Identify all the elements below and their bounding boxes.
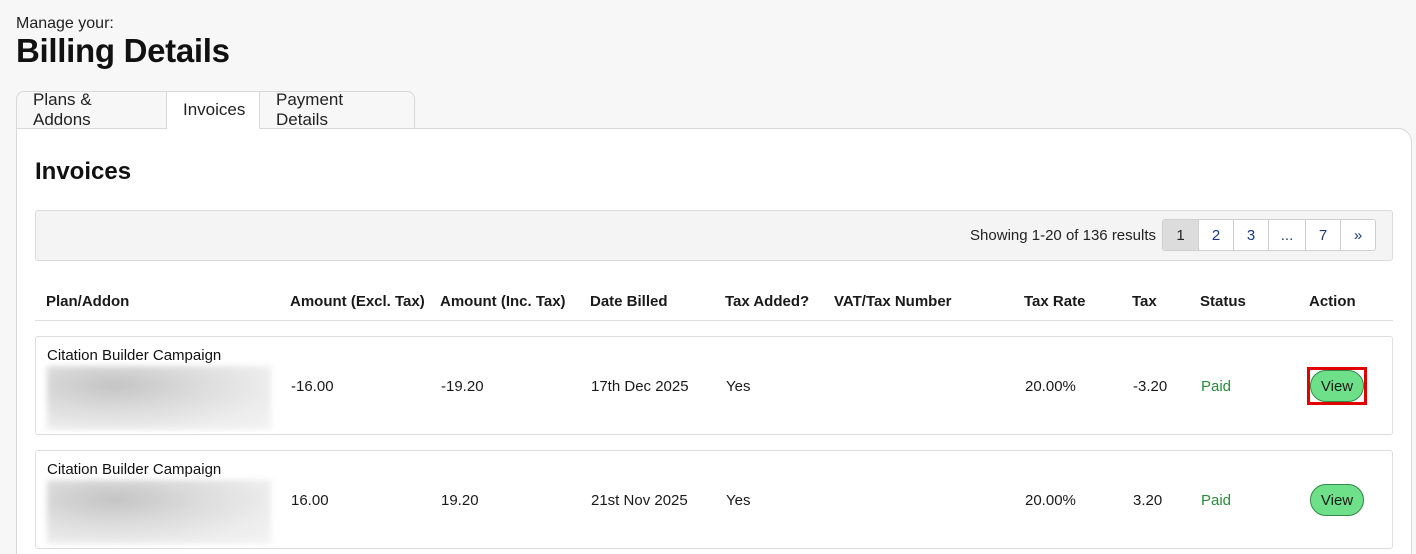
billing-page: Manage your: Billing Details Plans & Add…: [0, 0, 1416, 554]
plan-name: Citation Builder Campaign: [47, 461, 222, 478]
pagination: 1 2 3 ... 7 »: [1162, 219, 1376, 251]
date-billed: 21st Nov 2025: [591, 492, 688, 509]
tab-invoices[interactable]: Invoices: [167, 91, 260, 129]
tax-added: Yes: [726, 492, 751, 509]
page-title: Billing Details: [16, 32, 230, 69]
table-row: Citation Builder Campaign 16.00 19.20 21…: [35, 450, 1393, 549]
header-vat-number: VAT/Tax Number: [834, 293, 952, 310]
pagination-bar: Showing 1-20 of 136 results 1 2 3 ... 7 …: [35, 210, 1393, 261]
invoices-panel: Invoices Showing 1-20 of 136 results 1 2…: [16, 128, 1412, 554]
amount-excl: -16.00: [291, 378, 334, 395]
view-invoice-button[interactable]: View: [1310, 370, 1364, 402]
redacted-details: [47, 366, 271, 430]
amount-excl: 16.00: [291, 492, 329, 509]
status-badge: Paid: [1201, 492, 1232, 509]
results-count: Showing 1-20 of 136 results: [970, 227, 1156, 244]
header-amount-inc: Amount (Inc. Tax): [440, 293, 566, 310]
amount-inc: 19.20: [441, 492, 479, 509]
panel-title: Invoices: [35, 158, 132, 185]
page-button-1[interactable]: 1: [1163, 220, 1198, 250]
table-header: Plan/Addon Amount (Excl. Tax) Amount (In…: [35, 293, 1393, 321]
table-row: Citation Builder Campaign -16.00 -19.20 …: [35, 336, 1393, 435]
tax-rate: 20.00%: [1025, 378, 1076, 395]
tax-amount: -3.20: [1133, 378, 1168, 395]
amount-inc: -19.20: [441, 378, 484, 395]
page-ellipsis: ...: [1268, 220, 1305, 250]
header-tax-rate: Tax Rate: [1024, 293, 1086, 310]
status-badge: Paid: [1201, 378, 1232, 395]
next-pages-icon[interactable]: »: [1340, 220, 1375, 250]
page-button-7[interactable]: 7: [1305, 220, 1340, 250]
header-tax-added: Tax Added?: [725, 293, 810, 310]
redacted-details: [47, 480, 271, 544]
view-invoice-button[interactable]: View: [1310, 484, 1364, 516]
header-amount-excl: Amount (Excl. Tax): [290, 293, 425, 310]
page-button-2[interactable]: 2: [1198, 220, 1233, 250]
page-eyebrow: Manage your:: [16, 15, 114, 32]
tax-amount: 3.20: [1133, 492, 1163, 509]
tax-rate: 20.00%: [1025, 492, 1076, 509]
date-billed: 17th Dec 2025: [591, 378, 689, 395]
tab-payment-details[interactable]: Payment Details: [260, 90, 415, 129]
header-plan: Plan/Addon: [46, 293, 130, 310]
tab-plans-addons[interactable]: Plans & Addons: [16, 90, 167, 129]
plan-name: Citation Builder Campaign: [47, 347, 222, 364]
tab-bar: Plans & Addons Invoices Payment Details: [16, 90, 415, 129]
header-tax: Tax: [1132, 293, 1157, 310]
header-action: Action: [1309, 293, 1356, 310]
header-date-billed: Date Billed: [590, 293, 668, 310]
page-button-3[interactable]: 3: [1233, 220, 1268, 250]
header-status: Status: [1200, 293, 1246, 310]
tax-added: Yes: [726, 378, 751, 395]
